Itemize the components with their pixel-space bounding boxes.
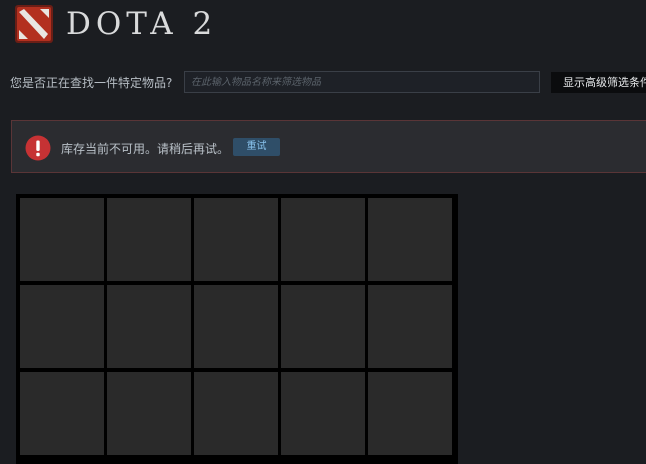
inventory-slot[interactable]	[20, 372, 104, 455]
inventory-slot[interactable]	[107, 198, 191, 281]
item-search-row: 您是否正在查找一件特定物品? 显示高级筛选条件	[0, 70, 646, 96]
inventory-slot[interactable]	[107, 285, 191, 368]
inventory-slot[interactable]	[194, 372, 278, 455]
game-title: DOTA 2	[66, 6, 218, 42]
show-advanced-filters-button[interactable]: 显示高级筛选条件	[551, 72, 646, 93]
inventory-error-banner: 库存当前不可用。请稍后再试。 重试	[11, 120, 646, 173]
inventory-slot[interactable]	[368, 285, 452, 368]
exclamation-icon	[25, 135, 51, 161]
inventory-slot[interactable]	[281, 198, 365, 281]
page-header: DOTA 2	[0, 0, 646, 52]
inventory-slot[interactable]	[368, 372, 452, 455]
error-message: 库存当前不可用。请稍后再试。	[61, 142, 230, 156]
search-label: 您是否正在查找一件特定物品?	[10, 76, 173, 90]
inventory-slot[interactable]	[194, 285, 278, 368]
inventory-slot[interactable]	[20, 198, 104, 281]
inventory-grid	[16, 194, 458, 464]
inventory-slot[interactable]	[368, 198, 452, 281]
inventory-slot[interactable]	[20, 285, 104, 368]
dota2-logo-icon[interactable]	[14, 4, 54, 44]
inventory-slot[interactable]	[194, 198, 278, 281]
inventory-slot[interactable]	[281, 285, 365, 368]
inventory-slot[interactable]	[281, 372, 365, 455]
item-search-input[interactable]	[184, 71, 540, 93]
inventory-slot[interactable]	[107, 372, 191, 455]
retry-button[interactable]: 重试	[233, 138, 280, 156]
